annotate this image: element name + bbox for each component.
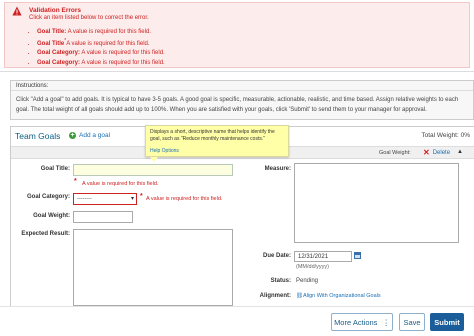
error-star: *: [140, 193, 143, 200]
status-value: Pending: [296, 278, 319, 284]
link-icon: ⛓: [296, 293, 303, 299]
warning-icon: [12, 6, 22, 16]
help-tooltip: Displays a short, descriptive name that …: [145, 125, 289, 157]
due-date-input[interactable]: 12/31/2021: [294, 251, 352, 262]
help-options-link[interactable]: Help Options: [150, 148, 179, 155]
delete-goal-button[interactable]: ✕ Delete: [423, 149, 450, 157]
measure-textarea[interactable]: [294, 163, 459, 243]
goal-category-error: A value is required for this field.: [146, 196, 223, 202]
divider: [0, 71, 474, 72]
add-goal-link[interactable]: + Add a goal: [69, 132, 110, 139]
add-goal-label: Add a goal: [79, 132, 111, 139]
validation-item[interactable]: Goal Title: A value is required for this…: [37, 28, 165, 37]
goal-category-value: --------: [77, 196, 92, 202]
more-actions-label: More Actions: [334, 317, 378, 327]
save-button[interactable]: Save: [399, 313, 425, 331]
goal-weight-input[interactable]: [73, 211, 133, 223]
measure-label: Measure:: [264, 166, 291, 172]
goal-weight-label: Goal Weight:: [33, 213, 70, 219]
chevron-down-icon: ▾: [130, 196, 134, 202]
instructions-body: Click "Add a goal" to add goals. It is t…: [16, 97, 459, 113]
goal-title-error: A value is required for this field.: [82, 181, 159, 187]
goal-category-label: Goal Category:: [26, 194, 70, 200]
validation-errors-panel: Validation Errors Click an item listed b…: [4, 2, 470, 68]
goal-title-label: Goal Title:: [40, 166, 70, 172]
more-actions-button[interactable]: More Actions ⋮: [331, 313, 393, 331]
goal-title-input[interactable]: [73, 164, 233, 176]
delete-label: Delete: [432, 150, 451, 156]
validation-title: Validation Errors: [29, 7, 82, 14]
team-goals-title: Team Goals: [15, 131, 61, 141]
validation-item[interactable]: Goal Title*A value is required for this …: [37, 37, 165, 49]
kebab-icon: ⋮: [382, 317, 390, 327]
status-label: Status:: [270, 278, 291, 284]
goal-category-select[interactable]: -------- ▾: [73, 193, 137, 205]
due-date-label: Due Date:: [262, 253, 291, 259]
plus-circle-icon: +: [69, 132, 76, 139]
delete-x-icon: ✕: [423, 148, 430, 157]
expected-result-textarea[interactable]: [73, 229, 233, 306]
validation-subtitle: Click an item listed below to correct th…: [29, 15, 149, 21]
expected-result-label: Expected Result:: [21, 231, 70, 237]
validation-list: Goal Title: A value is required for this…: [37, 28, 165, 68]
alignment-label: Alignment:: [259, 293, 291, 299]
goal-weight-header: Goal Weight:: [379, 150, 411, 156]
error-star: *: [74, 178, 77, 185]
validation-item[interactable]: Goal Category: A value is required for t…: [37, 59, 165, 68]
validation-item[interactable]: Goal Category: A value is required for t…: [37, 49, 165, 58]
tooltip-text: Displays a short, descriptive name that …: [150, 129, 275, 142]
align-organizational-goals-link[interactable]: ⛓Align With Organizational Goals: [296, 293, 381, 299]
instructions-panel: Instructions: Click "Add a goal" to add …: [10, 80, 474, 120]
instructions-heading: Instructions:: [11, 81, 473, 91]
date-format-hint: (MM/dd/yyyy): [296, 264, 329, 270]
calendar-icon[interactable]: [354, 252, 361, 259]
total-weight: Total Weight: 0%: [421, 132, 470, 139]
submit-button[interactable]: Submit: [430, 313, 464, 331]
collapse-icon[interactable]: ▲: [457, 149, 463, 155]
tooltip-arrow: [150, 157, 158, 162]
